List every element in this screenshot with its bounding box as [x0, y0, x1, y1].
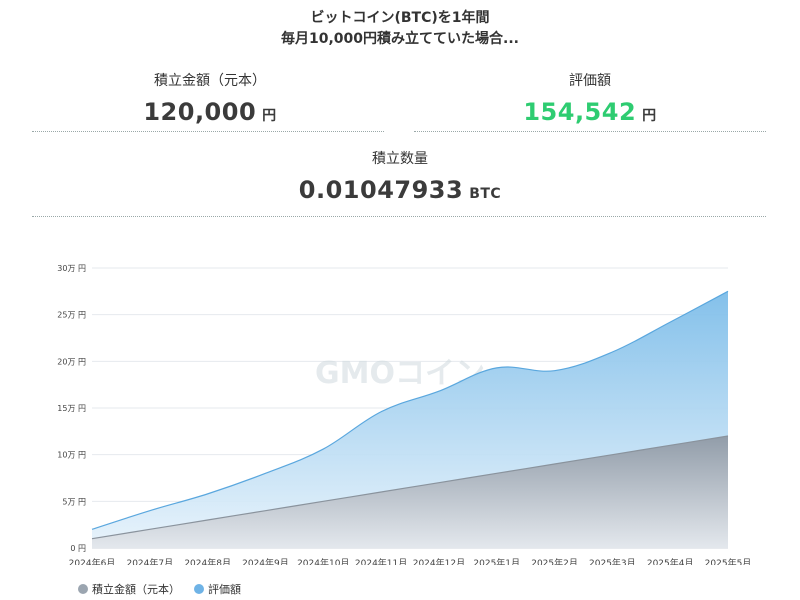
x-tick-label: 2025年4月: [647, 557, 694, 565]
y-tick-label: 10万 円: [57, 451, 86, 460]
divider-right: [414, 131, 766, 132]
quantity-unit: BTC: [469, 186, 502, 202]
x-tick-label: 2025年2月: [531, 557, 578, 565]
legend-swatch-principal: [78, 584, 88, 594]
y-tick-label: 5万 円: [62, 497, 86, 506]
valuation-unit: 円: [642, 108, 657, 124]
x-tick-label: 2025年5月: [705, 557, 752, 565]
valuation-label: 評価額: [569, 73, 611, 89]
y-tick-label: 15万 円: [57, 404, 86, 413]
divider-left: [32, 131, 384, 132]
x-tick-label: 2024年9月: [242, 557, 289, 565]
quantity-stat: 積立数量 0.01047933 BTC: [30, 148, 770, 204]
principal-value-row: 120,000 円: [30, 98, 390, 126]
x-tick-label: 2025年1月: [473, 557, 520, 565]
principal-stat: 積立金額（元本） 120,000 円: [30, 70, 390, 126]
principal-unit: 円: [262, 108, 277, 124]
chart-legend: 積立金額（元本） 評価額: [78, 581, 241, 597]
quantity-label: 積立数量: [372, 151, 428, 167]
y-tick-label: 30万 円: [57, 264, 86, 273]
valuation-stat: 評価額 154,542 円: [410, 70, 770, 126]
quantity-value: 0.01047933: [298, 176, 464, 204]
x-tick-label: 2024年11月: [355, 557, 407, 565]
y-tick-label: 20万 円: [57, 357, 86, 366]
valuation-value-row: 154,542 円: [410, 98, 770, 126]
y-tick-label: 0 円: [70, 544, 86, 553]
x-tick-label: 2024年8月: [184, 557, 231, 565]
area-chart: GMOコイン 0 円5万 円10万 円15万 円20万 円25万 円30万 円2…: [57, 264, 752, 565]
x-tick-label: 2024年6月: [69, 557, 116, 565]
legend-label-valuation: 評価額: [208, 583, 241, 596]
legend-swatch-valuation: [194, 584, 204, 594]
legend-item-principal[interactable]: 積立金額（元本）: [78, 581, 180, 597]
legend-label-principal: 積立金額（元本）: [92, 583, 180, 596]
heading-line-1: ビットコイン(BTC)を1年間: [310, 10, 490, 26]
chart-heading: ビットコイン(BTC)を1年間 毎月10,000円積み立てていた場合...: [0, 8, 800, 49]
x-tick-label: 2025年3月: [589, 557, 636, 565]
x-tick-label: 2024年10月: [297, 557, 349, 565]
x-tick-label: 2024年12月: [413, 557, 465, 565]
legend-item-valuation[interactable]: 評価額: [194, 581, 241, 597]
x-tick-label: 2024年7月: [126, 557, 173, 565]
valuation-value: 154,542: [523, 98, 637, 126]
principal-value: 120,000: [143, 98, 257, 126]
y-tick-label: 25万 円: [57, 311, 86, 320]
principal-label: 積立金額（元本）: [154, 73, 266, 89]
quantity-value-row: 0.01047933 BTC: [30, 176, 770, 204]
divider-full: [32, 216, 766, 217]
heading-line-2: 毎月10,000円積み立てていた場合...: [281, 31, 519, 47]
